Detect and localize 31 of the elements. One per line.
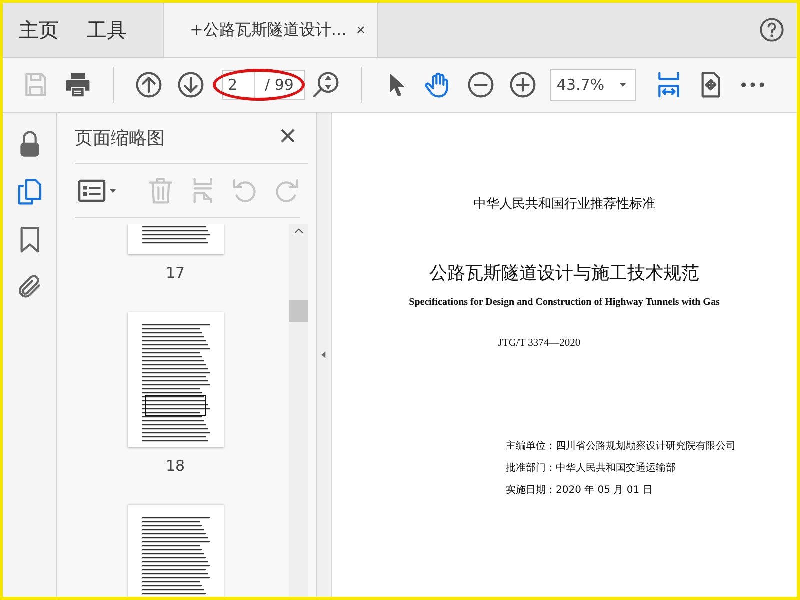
panel-title: 页面缩略图: [75, 127, 165, 150]
help-icon[interactable]: [759, 17, 785, 43]
undo-icon: [231, 176, 259, 204]
standard-type: 中华人民共和国行业推荐性标准: [474, 196, 656, 213]
up-icon: [135, 71, 163, 99]
down-icon: [177, 71, 205, 99]
page-total: / 99: [264, 76, 295, 94]
document-tab[interactable]: +公路瓦斯隧道设计...: [163, 3, 378, 57]
pages-icon: [16, 178, 44, 206]
print-icon: [64, 71, 92, 99]
trash-icon: [147, 176, 175, 204]
scrollbar[interactable]: [289, 224, 308, 597]
close-icon[interactable]: [355, 24, 367, 36]
document-info-line: 批准部门：中华人民共和国交通运输部: [506, 462, 676, 475]
standard-code: JTG/T 3374—2020: [498, 338, 581, 349]
pagezoom-icon: [312, 71, 340, 99]
page-thumbnail[interactable]: [128, 224, 224, 254]
minus-icon: [466, 71, 495, 99]
plus-icon: [508, 71, 537, 99]
redo-icon: [273, 176, 301, 204]
page-number-label: 17: [166, 264, 186, 282]
english-title: Specifications for Design and Construction of Highway Tunnels with Gas: [409, 297, 720, 308]
document-info-line: 主编单位：四川省公路规划勘察设计研究院有限公司: [506, 440, 736, 453]
page-number-label: 18: [166, 457, 186, 475]
more-icon: [740, 82, 765, 88]
document-title: 公路瓦斯隧道设计与施工技术规范: [430, 262, 700, 285]
scrollbar-thumb[interactable]: [289, 300, 308, 322]
page-thumbnail[interactable]: [128, 312, 224, 447]
page-thumbnail[interactable]: [128, 505, 224, 597]
document-info-line: 实施日期：2020 年 05 月 01 日: [506, 484, 653, 497]
zoom-dropdown[interactable]: 43.7%: [550, 69, 636, 101]
